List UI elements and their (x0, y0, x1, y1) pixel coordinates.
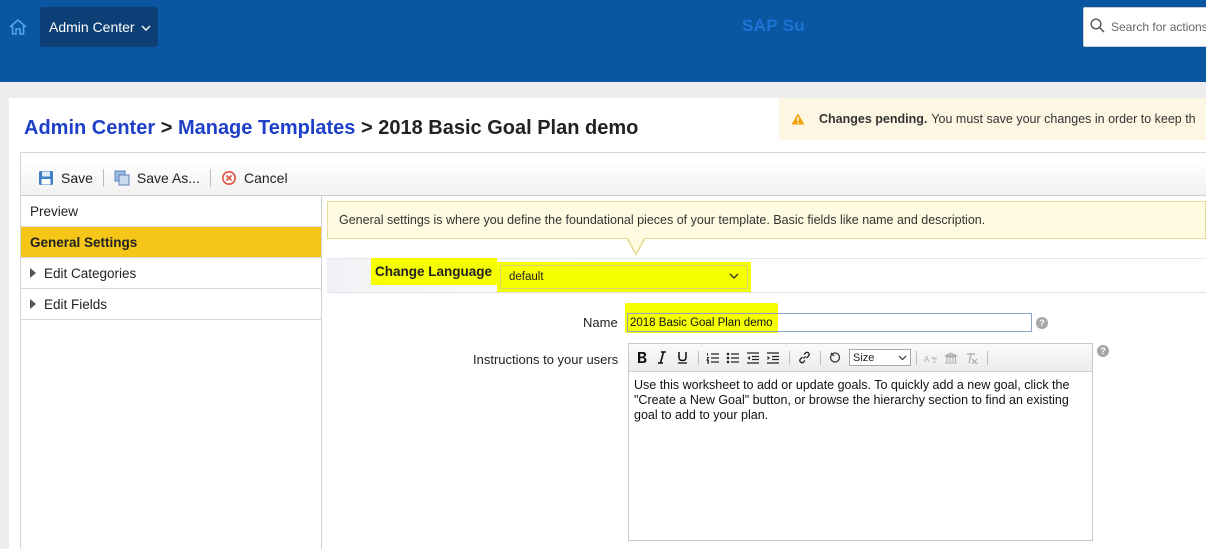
info-text: General settings is where you define the… (339, 213, 986, 227)
gutter-top (0, 82, 1206, 98)
nav-item-label: Preview (30, 203, 79, 219)
save-label: Save (61, 169, 93, 186)
editor-divider (789, 350, 790, 365)
name-input[interactable] (627, 313, 1032, 332)
warning-icon (791, 113, 805, 125)
nav-item-edit-fields[interactable]: Edit Fields (21, 289, 321, 320)
spellcheck-button[interactable] (826, 349, 844, 367)
bullet-list-button[interactable] (724, 349, 742, 367)
search-box[interactable] (1083, 7, 1206, 47)
general-settings-info-box: General settings is where you define the… (327, 201, 1206, 239)
top-header (0, 0, 1206, 82)
editor-divider (820, 350, 821, 365)
chevron-down-icon (729, 271, 739, 283)
editor-divider (987, 350, 988, 365)
gutter-left (0, 98, 9, 549)
breadcrumb: Admin Center > Manage Templates > 2018 B… (24, 117, 638, 140)
save-button[interactable]: Save (38, 170, 93, 186)
admin-center-menu-button[interactable]: Admin Center (40, 7, 158, 47)
breadcrumb-separator: > (360, 117, 373, 139)
help-icon[interactable]: ? (1036, 317, 1048, 329)
pending-bold-text: Changes pending. (819, 112, 928, 126)
bold-button[interactable] (633, 349, 651, 367)
font-size-value: Size (853, 351, 875, 364)
search-icon (1090, 18, 1105, 36)
font-size-select[interactable]: Size (849, 349, 911, 366)
help-icon[interactable]: ? (1097, 345, 1109, 357)
editor-divider (698, 350, 699, 365)
toolbar-divider (102, 168, 104, 187)
chevron-down-icon (898, 352, 907, 364)
nav-item-label: General Settings (30, 234, 138, 250)
brand-title: SAP Su (742, 16, 805, 35)
home-icon[interactable] (4, 14, 32, 40)
link-button[interactable] (795, 349, 813, 367)
chevron-down-icon (141, 19, 151, 35)
numbered-list-button[interactable] (704, 349, 722, 367)
language-select-box[interactable]: default (500, 265, 748, 289)
cancel-icon (221, 170, 236, 185)
nav-item-edit-categories[interactable]: Edit Categories (21, 258, 321, 289)
nav-item-general-settings[interactable]: General Settings (21, 227, 321, 258)
nav-item-preview[interactable]: Preview (21, 196, 321, 227)
underline-button[interactable] (673, 349, 691, 367)
expand-arrow-icon[interactable] (30, 268, 36, 278)
instructions-editor[interactable]: Size Az Use this worksheet to add or upd… (628, 343, 1093, 541)
name-label: Name (583, 315, 618, 330)
save-as-button[interactable]: Save As... (114, 170, 200, 186)
cancel-button[interactable]: Cancel (221, 170, 288, 186)
breadcrumb-current: 2018 Basic Goal Plan demo (378, 117, 639, 139)
editor-divider (916, 350, 917, 365)
search-input[interactable] (1109, 19, 1206, 35)
info-pointer-fill (628, 237, 644, 253)
cancel-label: Cancel (243, 169, 288, 186)
indent-button[interactable] (764, 349, 782, 367)
admin-center-label: Admin Center (49, 19, 135, 35)
institution-icon (942, 349, 960, 367)
italic-button[interactable] (653, 349, 671, 367)
instructions-label: Instructions to your users (473, 352, 619, 367)
change-language-label: Change Language (371, 258, 497, 285)
breadcrumb-separator: > (160, 117, 173, 139)
expand-arrow-icon[interactable] (30, 299, 36, 309)
svg-text:z: z (933, 359, 936, 364)
changes-pending-banner: Changes pending. You must save your chan… (779, 98, 1206, 140)
nav-item-label: Edit Categories (44, 265, 137, 281)
editor-toolbar: Size Az (629, 344, 1092, 372)
toolbar-divider (209, 168, 211, 187)
toolbar: Save Save As... Cancel (21, 160, 1206, 196)
format-clear-icon (962, 349, 980, 367)
save-as-label: Save As... (136, 169, 200, 186)
pending-text: You must save your changes in order to k… (931, 112, 1196, 126)
left-navigation: Preview General Settings Edit Categories… (21, 196, 322, 549)
language-selected-value: default (509, 271, 544, 283)
breadcrumb-admin-center-link[interactable]: Admin Center (24, 117, 155, 139)
language-select[interactable]: default (497, 262, 751, 292)
breadcrumb-manage-templates-link[interactable]: Manage Templates (178, 117, 355, 139)
save-as-icon (114, 170, 130, 185)
outdent-button[interactable] (744, 349, 762, 367)
svg-text:A: A (924, 355, 930, 364)
instructions-text[interactable]: Use this worksheet to add or update goal… (629, 372, 1092, 429)
sort-az-icon: Az (922, 349, 940, 367)
nav-item-label: Edit Fields (44, 296, 108, 312)
save-icon (39, 170, 53, 185)
